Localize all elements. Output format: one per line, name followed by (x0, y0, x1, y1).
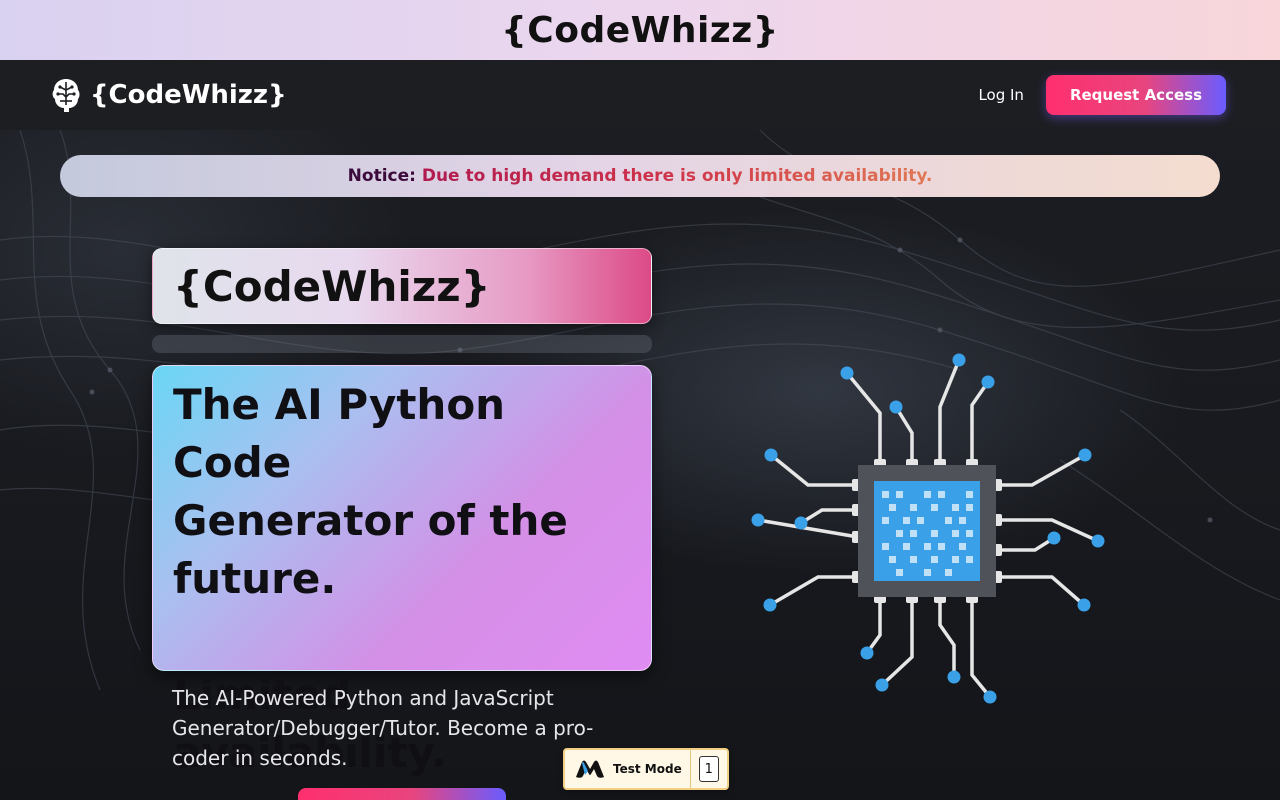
hero-brand-card: {CodeWhizz} (152, 248, 652, 324)
cpu-chip-icon (751, 353, 1105, 704)
banner-title: {CodeWhizz} (501, 9, 779, 51)
notice-text: Due to high demand there is only limited… (421, 166, 933, 186)
test-mode-count-box: 1 (689, 750, 727, 788)
card-divider (152, 335, 652, 353)
hero-brand-title: {CodeWhizz} (173, 261, 491, 311)
request-access-button[interactable]: Request Access (1045, 75, 1226, 115)
login-link[interactable]: Log In (978, 86, 1024, 104)
hero-headline-card: The AI Python Code Generator of the futu… (152, 365, 652, 777)
brand-link[interactable]: {CodeWhizz} (50, 75, 287, 115)
nav-actions: Log In Request Access (978, 75, 1226, 115)
hero-cta-button[interactable] (298, 788, 506, 800)
test-mode-label: Test Mode (613, 762, 682, 776)
notice-bar: Notice: Due to high demand there is only… (60, 155, 1220, 197)
test-mode-badge[interactable]: Test Mode 1 (563, 748, 729, 790)
notice-label: Notice: (347, 166, 416, 186)
test-mode-logo-icon (576, 760, 604, 778)
test-mode-label-group: Test Mode (565, 750, 690, 788)
test-mode-count: 1 (698, 756, 719, 782)
navbar: {CodeWhizz} Log In Request Access (0, 60, 1280, 130)
brand-name: {CodeWhizz} (90, 80, 287, 110)
top-banner: {CodeWhizz} (0, 0, 1280, 60)
brain-circuit-icon (52, 79, 80, 112)
